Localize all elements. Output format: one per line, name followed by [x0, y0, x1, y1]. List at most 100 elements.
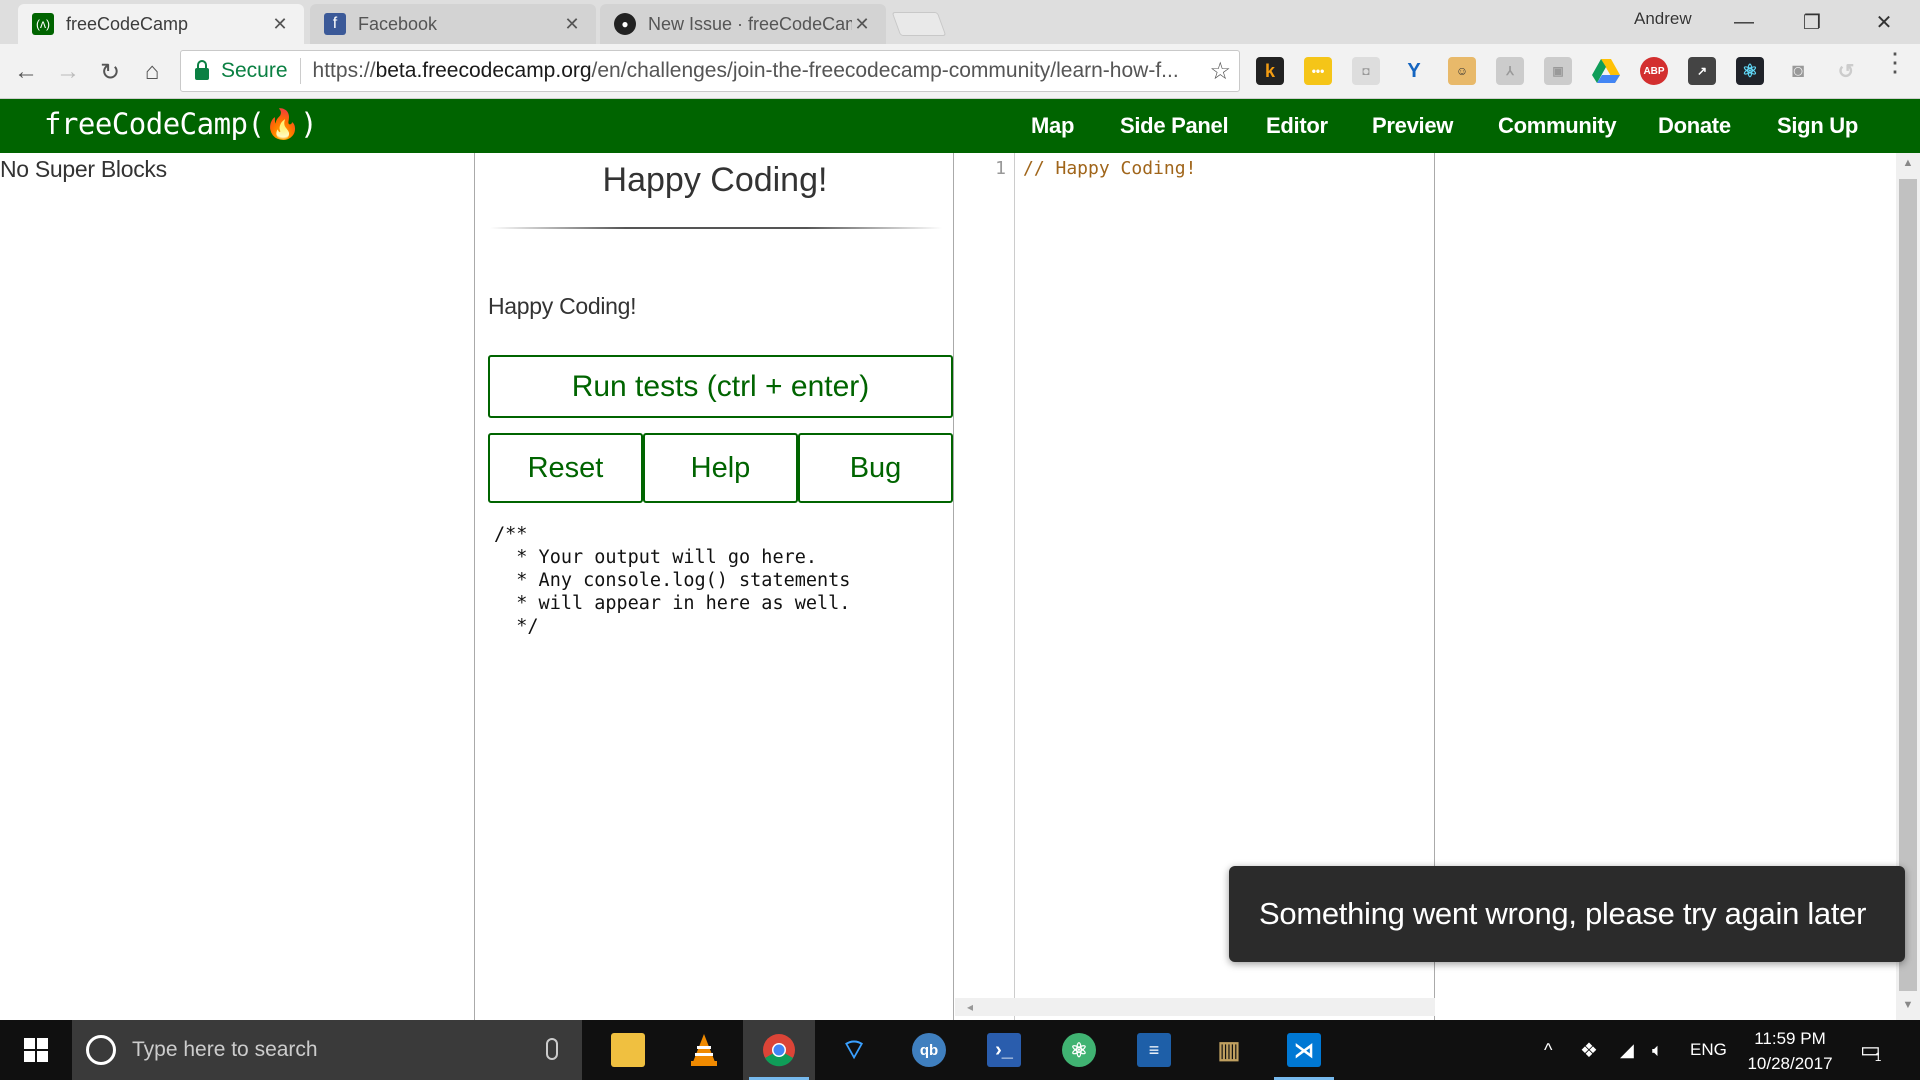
library-app[interactable]: ▥ [1193, 1020, 1265, 1080]
nav-map[interactable]: Map [1031, 113, 1074, 139]
scroll-left-icon[interactable]: ◂ [967, 998, 973, 1016]
action-center-icon[interactable]: ▭ 1 [1860, 1020, 1881, 1080]
url-host: beta.freecodecamp.org [375, 59, 592, 82]
language-indicator[interactable]: ENG [1690, 1020, 1727, 1080]
browser-toolbar: ← → ↻ ⌂ Secure https://beta.freecodecamp… [0, 44, 1920, 99]
grey-extension-icon[interactable]: ▣ [1544, 57, 1572, 85]
restore-icon[interactable]: ❐ [1784, 6, 1840, 38]
nav-editor[interactable]: Editor [1266, 113, 1328, 139]
qbittorrent-app[interactable]: qb [893, 1020, 965, 1080]
start-button[interactable] [0, 1020, 72, 1080]
close-icon[interactable]: ✕ [270, 14, 290, 35]
pdf-extension-icon[interactable]: ⅄ [1496, 57, 1524, 85]
editor-horizontal-scrollbar[interactable]: ◂ [955, 998, 1435, 1016]
chrome-app[interactable] [743, 1020, 815, 1080]
dropbox-icon[interactable]: ❖ [1580, 1020, 1598, 1080]
file-explorer-app[interactable] [592, 1020, 664, 1080]
fcc-logo[interactable]: freeCodeCamp(🔥) [44, 107, 318, 142]
new-tab-button[interactable] [891, 12, 947, 36]
error-toast: Something went wrong, please try again l… [1229, 866, 1905, 962]
minimize-icon[interactable]: — [1716, 6, 1772, 38]
map-panel: No Super Blocks [0, 153, 475, 1020]
search-placeholder: Type here to search [132, 1038, 318, 1061]
challenge-title: Happy Coding! [602, 161, 828, 199]
nav-sign-up[interactable]: Sign Up [1777, 113, 1858, 139]
test-output: /** * Your output will go here. * Any co… [494, 524, 851, 637]
show-hidden-icons[interactable]: ^ [1544, 1020, 1552, 1080]
wifi-app[interactable]: ⌔ [818, 1020, 890, 1080]
code-line[interactable]: // Happy Coding! [1023, 158, 1196, 179]
url-path: /en/challenges/join-the-freecodecamp-com… [591, 59, 1179, 82]
browser-tab-strip: (ʌ) freeCodeCamp ✕ f Facebook ✕ ● New Is… [0, 0, 1920, 44]
nav-donate[interactable]: Donate [1658, 113, 1731, 139]
document-icon: ≡ [1137, 1033, 1171, 1067]
scroll-down-icon[interactable]: ▼ [1896, 999, 1920, 1011]
google-drive-icon[interactable] [1592, 57, 1620, 85]
forward-icon[interactable]: → [52, 56, 84, 88]
facebook-icon: f [324, 13, 346, 35]
y-extension-icon[interactable]: Y [1400, 57, 1428, 85]
network-icon[interactable]: ◢ [1620, 1020, 1634, 1080]
face-extension-icon[interactable]: ☺ [1448, 57, 1476, 85]
nav-preview[interactable]: Preview [1372, 113, 1453, 139]
refresh-extension-icon[interactable]: ↺ [1832, 57, 1860, 85]
bug-button[interactable]: Bug [798, 433, 953, 503]
reload-icon[interactable]: ↻ [94, 56, 126, 88]
clock-time: 11:59 PM [1754, 1029, 1826, 1048]
scroll-up-icon[interactable]: ▲ [1896, 157, 1920, 169]
tool-extension-icon[interactable]: ↗ [1688, 57, 1716, 85]
profile-name[interactable]: Andrew [1634, 9, 1692, 29]
toast-message: Something went wrong, please try again l… [1259, 896, 1867, 931]
microphone-icon[interactable] [546, 1038, 558, 1060]
omnibox-divider [299, 58, 301, 84]
fcc-navbar: freeCodeCamp(🔥) Map Side Panel Editor Pr… [0, 99, 1920, 153]
notepad-app[interactable]: ≡ [1118, 1020, 1190, 1080]
url-scheme: https:// [312, 59, 376, 82]
vscode-app[interactable]: ⋊ [1268, 1020, 1340, 1080]
k-extension-icon[interactable]: k [1256, 57, 1284, 85]
books-icon: ▥ [1217, 1036, 1241, 1064]
close-window-icon[interactable]: ✕ [1856, 6, 1912, 38]
nav-side-panel[interactable]: Side Panel [1120, 113, 1229, 139]
adblock-icon[interactable]: ABP [1640, 57, 1668, 85]
bookmark-star-icon[interactable]: ☆ [1209, 57, 1231, 86]
powershell-icon: ›_ [987, 1033, 1021, 1067]
clock-date: 10/28/2017 [1747, 1054, 1833, 1073]
back-icon[interactable]: ← [10, 56, 42, 88]
powershell-app[interactable]: ›_ [968, 1020, 1040, 1080]
close-icon[interactable]: ✕ [562, 14, 582, 35]
address-bar[interactable]: Secure https://beta.freecodecamp.org/en/… [180, 50, 1240, 92]
tab-freecodecamp[interactable]: (ʌ) freeCodeCamp ✕ [18, 4, 304, 44]
run-tests-button[interactable]: Run tests (ctrl + enter) [488, 355, 953, 418]
volume-icon[interactable]: 🔈︎ [1652, 1020, 1663, 1080]
windows-taskbar: Type here to search ⌔ qb ›_ ⚛ ≡ ▥ ⋊ ^ ❖ … [0, 1020, 1920, 1080]
atom-icon: ⚛ [1062, 1033, 1096, 1067]
vlc-cone-icon [687, 1033, 721, 1067]
notification-count: 1 [1874, 1050, 1882, 1064]
notes-extension-icon[interactable]: ••• [1304, 57, 1332, 85]
tab-new-issue[interactable]: ● New Issue · freeCodeCamp ✕ [600, 4, 886, 44]
secure-label: Secure [221, 59, 288, 82]
line-number-gutter: 1 [955, 153, 1015, 1020]
nav-community[interactable]: Community [1498, 113, 1617, 139]
url-text[interactable]: https://beta.freecodecamp.org/en/challen… [313, 59, 1193, 83]
system-clock[interactable]: 11:59 PM 10/28/2017 [1730, 1026, 1850, 1076]
home-icon[interactable]: ⌂ [136, 56, 168, 88]
chrome-menu-icon[interactable]: ⋮ [1882, 49, 1908, 75]
screenshot-extension-icon[interactable]: ◙ [1784, 57, 1812, 85]
camera-extension-icon[interactable]: ◘ [1352, 57, 1380, 85]
vlc-app[interactable] [668, 1020, 740, 1080]
close-icon[interactable]: ✕ [852, 14, 872, 35]
tab-title: Facebook [358, 13, 438, 34]
taskbar-search[interactable]: Type here to search [72, 1020, 582, 1080]
chrome-icon [762, 1033, 796, 1067]
title-divider [490, 227, 942, 229]
tab-facebook[interactable]: f Facebook ✕ [310, 4, 596, 44]
qb-icon: qb [912, 1033, 946, 1067]
help-button[interactable]: Help [643, 433, 798, 503]
atom-app[interactable]: ⚛ [1043, 1020, 1115, 1080]
reset-button[interactable]: Reset [488, 433, 643, 503]
react-devtools-icon[interactable]: ⚛ [1736, 57, 1764, 85]
line-number: 1 [995, 158, 1006, 179]
fcc-icon: (ʌ) [32, 13, 54, 35]
